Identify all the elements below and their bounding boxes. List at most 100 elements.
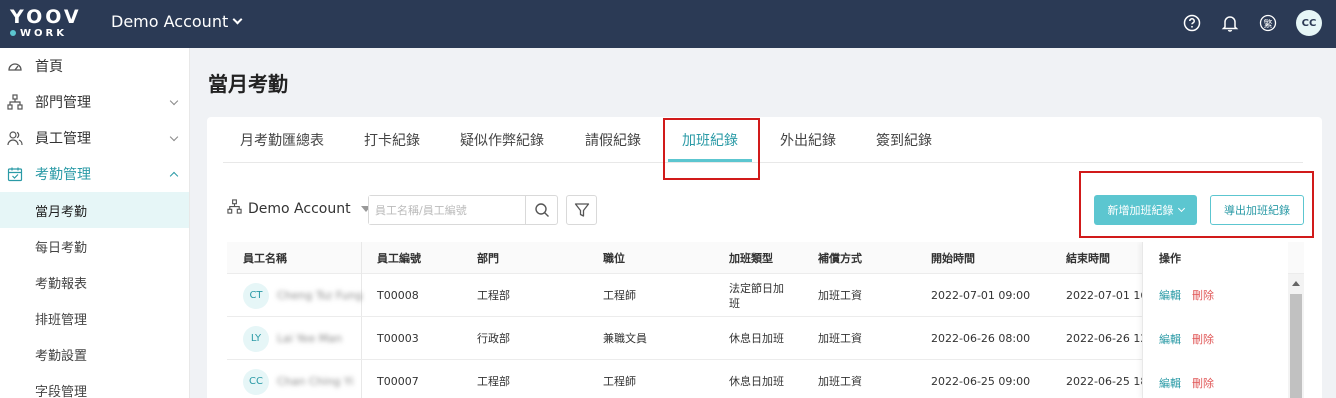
employee-name: Chan Ching Yi [277,375,354,388]
scrollbar-thumb[interactable] [1290,294,1302,398]
column-header-employee-id: 員工編號 [377,252,421,265]
dashboard-icon [7,58,23,74]
delete-button[interactable]: 刪除 [1192,332,1214,347]
highlight-box-tab [663,118,760,180]
position: 工程師 [603,375,636,388]
overtime-type: 休息日加班 [729,375,784,388]
employee-id: T00008 [377,289,419,302]
vertical-scrollbar[interactable] [1288,274,1304,398]
sidebar-item-home[interactable]: 首頁 [0,48,189,84]
sidebar-subitem-attendance-report[interactable]: 考勤報表 [0,264,189,300]
sidebar-item-employees[interactable]: 員工管理 [0,120,189,156]
tab-monthly-summary[interactable]: 月考勤匯總表 [240,117,324,163]
language-icon[interactable]: 繁 [1258,13,1278,33]
position: 工程師 [603,289,636,302]
department: 工程部 [477,289,510,302]
start-time: 2022-06-25 09:00 [931,375,1031,388]
sidebar-item-label: 考勤管理 [35,167,91,183]
edit-button[interactable]: 編輯 [1159,332,1181,347]
employee-cell: CC Chan Ching Yi [243,360,353,398]
sidebar-subitem-monthly-attendance[interactable]: 當月考勤 [0,192,189,228]
compensation: 加班工資 [818,289,862,302]
tab-outing-records[interactable]: 外出紀錄 [780,117,836,163]
operations-column: 操作 編輯 刪除 編輯 刪除 編輯 刪除 [1142,242,1288,398]
employee-avatar: CT [243,282,269,309]
sidebar-item-label: 首頁 [35,59,63,75]
employee-cell: LY Lai Yee Man [243,317,342,360]
employee-name: Lai Yee Man [277,332,342,345]
search-button[interactable] [525,196,557,224]
tab-leave-records[interactable]: 請假紀錄 [585,117,641,163]
logo-text: YOOV [10,6,82,28]
compensation: 加班工資 [818,332,862,345]
column-header-start-time: 開始時間 [931,252,975,265]
chevron-up-icon [169,171,179,181]
tab-bar: 月考勤匯總表 打卡紀錄 疑似作弊紀錄 請假紀錄 加班紀錄 外出紀錄 簽到紀錄 [223,117,1303,163]
filter-icon [574,203,589,217]
department: 工程部 [477,375,510,388]
department: 行政部 [477,332,510,345]
compensation: 加班工資 [818,375,862,388]
filter-button[interactable] [566,195,597,225]
column-header-compensation: 補償方式 [818,252,862,265]
org-selector[interactable]: Demo Account [227,199,371,218]
column-header-name: 員工名稱 [243,252,287,265]
sidebar-item-label: 員工管理 [35,131,91,147]
employee-cell: CT Cheng Tsz Fung [243,274,362,317]
search-icon [534,203,549,217]
row-actions: 編輯 刪除 [1159,274,1214,317]
employee-avatar: LY [243,325,269,352]
row-actions: 編輯 刪除 [1159,318,1214,361]
sidebar: 首頁 部門管理 員工管理 考勤管理 當月考勤 每日考勤 考勤報表 排班管理 考勤… [0,48,190,398]
org-chart-icon [7,94,23,110]
org-chart-icon [227,199,242,218]
employee-name: Cheng Tsz Fung [277,289,363,302]
sidebar-subitem-shift-management[interactable]: 排班管理 [0,300,189,336]
scroll-up-arrow-icon[interactable] [1292,281,1300,286]
column-header-overtime-type: 加班類型 [729,252,773,265]
delete-button[interactable]: 刪除 [1192,288,1214,303]
sidebar-item-attendance[interactable]: 考勤管理 [0,156,189,192]
overtime-table: 員工名稱 員工編號 部門 職位 加班類型 補償方式 開始時間 結束時間 CT C… [227,242,1304,398]
language-glyph: 繁 [1263,19,1273,30]
user-avatar[interactable]: CC [1296,10,1322,36]
overtime-type: 休息日加班 [729,332,784,345]
calendar-check-icon [7,166,23,182]
users-icon [7,130,23,146]
column-header-position: 職位 [603,252,625,265]
org-selector-label: Demo Account [248,200,351,217]
chevron-down-icon [169,96,179,106]
overtime-type: 法定節日加班 [729,281,784,310]
sidebar-subitem-attendance-settings[interactable]: 考勤設置 [0,336,189,372]
bell-icon[interactable] [1220,13,1240,33]
sidebar-item-label: 部門管理 [35,95,91,111]
delete-button[interactable]: 刪除 [1192,376,1214,391]
top-bar: YOOV WORK Demo Account 繁 CC [0,0,1336,48]
chevron-down-icon [232,14,243,25]
edit-button[interactable]: 編輯 [1159,376,1181,391]
tab-check-in-records[interactable]: 簽到紀錄 [876,117,932,163]
employee-avatar: CC [243,368,269,395]
help-icon[interactable] [1182,13,1202,33]
position: 兼職文員 [603,332,647,345]
account-name: Demo Account [111,12,229,31]
edit-button[interactable]: 編輯 [1159,288,1181,303]
chevron-down-icon [169,132,179,142]
logo-subtext: WORK [10,28,67,40]
tab-suspected-cheating[interactable]: 疑似作弊紀錄 [460,117,544,163]
employee-search-input[interactable] [369,196,525,224]
column-header-department: 部門 [477,252,499,265]
column-header-end-time: 結束時間 [1066,252,1110,265]
column-header-operations: 操作 [1159,252,1181,265]
account-switcher[interactable]: Demo Account [111,12,243,31]
sidebar-item-departments[interactable]: 部門管理 [0,84,189,120]
yoov-logo[interactable]: YOOV WORK [0,0,80,48]
search-box [368,195,558,225]
highlight-box-buttons [1079,171,1314,238]
page-title: 當月考勤 [208,72,288,96]
employee-id: T00007 [377,375,419,388]
sidebar-subitem-daily-attendance[interactable]: 每日考勤 [0,228,189,264]
tab-clock-records[interactable]: 打卡紀錄 [364,117,420,163]
sidebar-subitem-field-management[interactable]: 字段管理 [0,372,189,398]
row-actions: 編輯 刪除 [1159,362,1214,398]
